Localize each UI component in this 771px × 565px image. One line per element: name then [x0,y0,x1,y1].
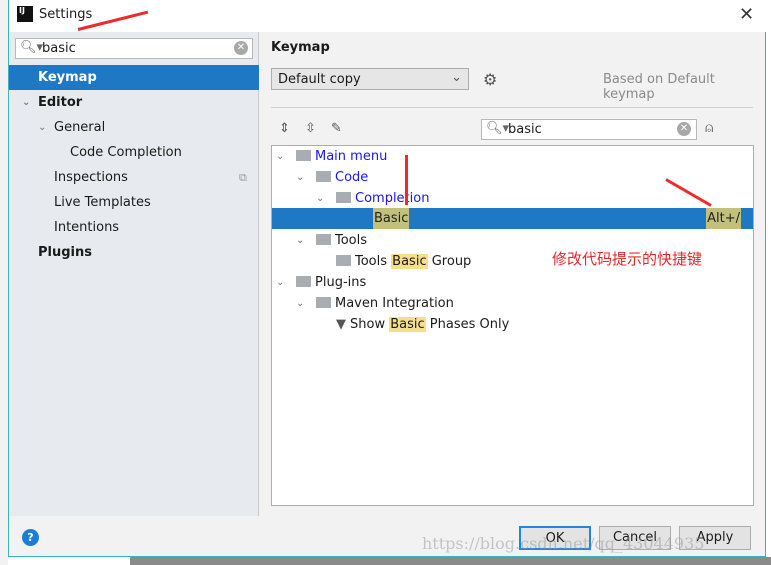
annotation-text: 修改代码提示的快捷键 [552,250,703,268]
help-icon[interactable]: ? [22,529,39,546]
folder-icon [316,234,331,245]
sidebar-item-label: Editor [38,95,83,110]
tree-row-show-basic-phases[interactable]: ▼ Show Basic Phases Only [272,314,753,335]
tree-label: Tools [355,254,388,269]
search-icon: 🔍︎▾ [486,121,510,136]
edit-icon[interactable]: ✎ [331,121,342,136]
folder-icon [336,255,351,266]
search-highlight: Basic [389,317,426,332]
chevron-down-icon[interactable]: ⌄ [296,230,304,251]
expand-all-icon[interactable]: ⇕ [279,121,290,136]
sidebar-item-label: General [54,120,106,135]
tree-label: Tools [335,233,368,248]
sidebar-item-editor[interactable]: ⌄ Editor [9,90,259,115]
tree-row-plugins[interactable]: ⌄ Plug-ins [272,272,753,293]
chevron-down-icon: ⌄ [451,70,462,85]
sidebar-item-general[interactable]: ⌄ General [9,115,259,140]
sidebar-item-live-templates[interactable]: Live Templates [9,190,259,215]
close-icon[interactable]: ✕ [739,4,754,25]
tree-label: Basic [373,208,410,229]
tree-row-completion[interactable]: ⌄ Completion [272,188,753,209]
keymap-select-value: Default copy [278,72,361,87]
settings-search-input[interactable]: 🔍︎▾ basic ✕ [15,38,253,59]
window-title: Settings [39,7,93,22]
keymap-search-input[interactable]: 🔍︎▾ basic ✕ [481,119,697,140]
chevron-down-icon[interactable]: ⌄ [276,146,284,167]
background-shadow [130,557,771,565]
tree-row-main-menu[interactable]: ⌄ Main menu [272,146,753,167]
tree-label: Phases Only [429,317,510,332]
settings-dialog: IJ Settings ✕ 🔍︎▾ basic ✕ Keymap ⌄ Editor… [8,0,766,557]
page-title: Keymap [271,40,330,55]
keymap-select[interactable]: Default copy ⌄ [271,68,469,90]
based-on-label: Based on Default keymap [603,72,715,102]
search-icon: 🔍︎▾ [20,40,44,55]
sidebar-item-label: Plugins [38,245,92,260]
clear-search-icon[interactable]: ✕ [234,41,248,55]
copy-settings-icon: ⧉ [239,171,247,184]
sidebar-item-code-completion[interactable]: Code Completion [9,140,259,165]
tree-label: Completion [355,191,430,206]
sidebar-item-keymap[interactable]: Keymap [9,65,259,90]
filter-icon: ▼ [336,317,346,332]
intellij-logo-icon: IJ [17,6,33,22]
tree-label: Plug-ins [315,275,367,290]
menu-icon [296,150,311,161]
tree-label: Show [350,317,386,332]
chevron-down-icon[interactable]: ⌄ [276,272,284,293]
shortcut-label: Alt+/ [706,208,741,229]
tree-label: Main menu [315,149,388,164]
chevron-down-icon[interactable]: ⌄ [296,167,304,188]
tree-label: Code [335,170,369,185]
chevron-down-icon[interactable]: ⌄ [38,115,46,140]
search-highlight: Basic [391,254,428,269]
watermark: https://blog.csdn.net/qq_43044935 [422,534,705,553]
sidebar-item-label: Live Templates [54,195,151,210]
sidebar-item-label: Keymap [38,70,97,85]
annotation-arrow-basic [405,155,408,205]
sidebar-item-intentions[interactable]: Intentions [9,215,259,240]
sidebar-item-label: Intentions [54,220,120,235]
folder-icon [316,297,331,308]
folder-icon [316,171,331,182]
clear-search-icon[interactable]: ✕ [677,122,691,136]
sidebar-item-label: Inspections [54,170,128,185]
divider [271,107,753,108]
sidebar-item-plugins[interactable]: Plugins [9,240,259,265]
sidebar-item-inspections[interactable]: Inspections ⧉ [9,165,259,190]
tree-row-maven[interactable]: ⌄ Maven Integration [272,293,753,314]
find-shortcut-icon[interactable]: ⍝ [705,120,713,136]
chevron-down-icon[interactable]: ⌄ [296,293,304,314]
folder-icon [296,276,311,287]
tree-row-code[interactable]: ⌄ Code [272,167,753,188]
gear-icon[interactable]: ⚙ [483,70,497,89]
collapse-all-icon[interactable]: ⇳ [305,121,316,136]
chevron-down-icon[interactable]: ⌄ [22,90,30,115]
folder-icon [336,192,351,203]
keymap-tree: ⌄ Main menu ⌄ Code ⌄ Completion Basic Alt+/ … [271,145,754,506]
sidebar-item-label: Code Completion [70,145,182,160]
tree-row-basic[interactable]: Basic Alt+/ [272,208,753,229]
tree-label: Maven Integration [335,296,454,311]
chevron-down-icon[interactable]: ⌄ [316,188,324,209]
background-window [0,0,8,565]
tree-label: Group [431,254,472,269]
settings-sidebar: 🔍︎▾ basic ✕ Keymap ⌄ Editor ⌄ General Code… [9,32,259,516]
